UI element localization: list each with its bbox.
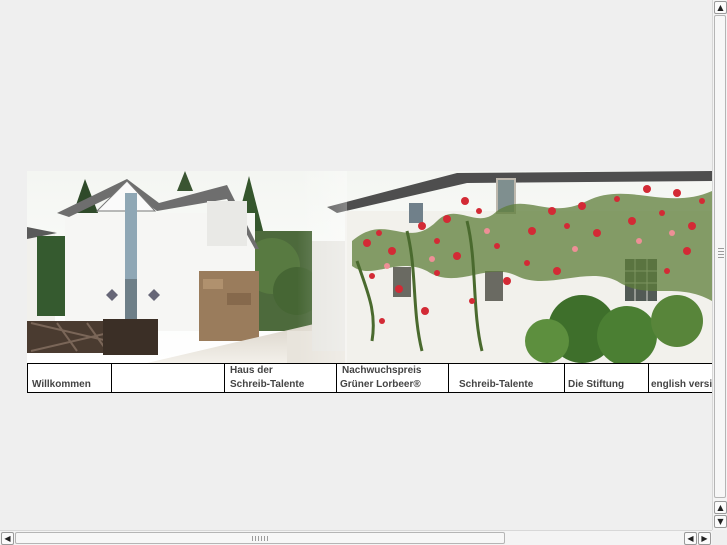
horizontal-scrollbar[interactable]: ◀ ◀ ▶ (0, 530, 712, 545)
nav-item-label-line2: Grüner Lorbeer® (340, 379, 421, 390)
nav-item-label: Willkommen (32, 379, 91, 390)
main-navigation: Willkommen Haus der Schreib-Talente Nach… (27, 363, 712, 393)
horizontal-scroll-thumb[interactable] (15, 532, 505, 544)
nav-item-label: Die Stiftung (568, 379, 625, 390)
nav-item-label: Schreib-Talente (459, 379, 534, 390)
vertical-scroll-thumb[interactable] (714, 15, 726, 498)
scroll-left-icon[interactable]: ◀ (1, 532, 14, 545)
nav-item-english-version[interactable]: english version (648, 364, 712, 393)
nav-item-label: english version (651, 379, 712, 390)
header-banner-photo (27, 171, 712, 363)
nav-item-haus-der-schreib-talente[interactable]: Haus der Schreib-Talente (224, 364, 336, 393)
nav-item-schreib-talente[interactable]: Schreib-Talente (448, 364, 564, 393)
grip-icon (718, 248, 724, 258)
nav-item-empty[interactable] (111, 364, 224, 393)
nav-item-nachwuchspreis[interactable]: Nachwuchspreis Grüner Lorbeer® (336, 364, 448, 393)
scroll-down-icon[interactable]: ▼ (714, 515, 727, 528)
nav-item-label-line2: Schreib-Talente (230, 379, 305, 390)
nav-item-label-line1: Haus der (230, 365, 273, 376)
scroll-up-icon[interactable]: ▲ (714, 1, 727, 14)
house-roses-photo-icon (27, 171, 712, 363)
nav-item-die-stiftung[interactable]: Die Stiftung (564, 364, 648, 393)
scroll-left-icon[interactable]: ◀ (684, 532, 697, 545)
scroll-right-icon[interactable]: ▶ (698, 532, 711, 545)
grip-icon (252, 536, 268, 541)
scrollbar-corner (712, 530, 727, 545)
scroll-up-icon[interactable]: ▲ (714, 501, 727, 514)
nav-item-label-line1: Nachwuchspreis (342, 365, 422, 376)
nav-item-willkommen[interactable]: Willkommen (27, 364, 111, 393)
vertical-scrollbar[interactable]: ▲ ▲ ▼ (712, 0, 727, 530)
